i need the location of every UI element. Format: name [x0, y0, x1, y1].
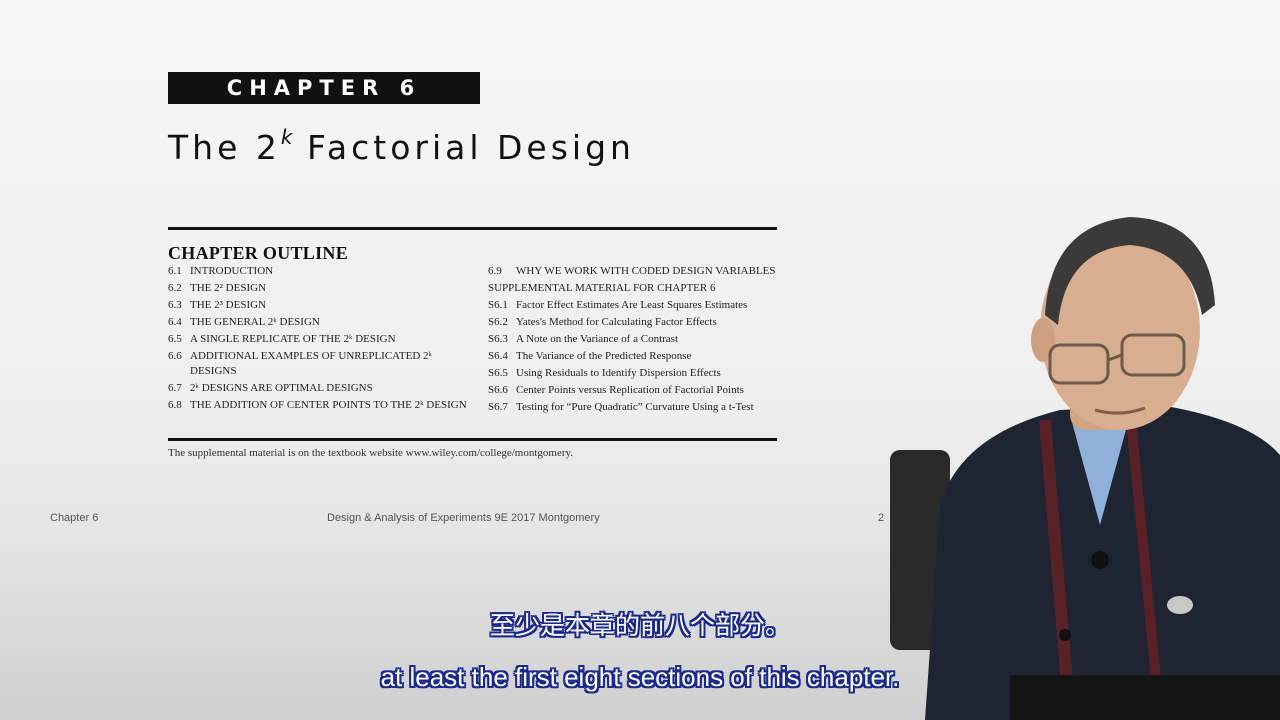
outline-item-number: 6.4: [168, 316, 182, 328]
outline-item-number: 6.1: [168, 265, 182, 277]
outline-item-number: 6.7: [168, 381, 182, 394]
outline-heading: CHAPTER OUTLINE: [168, 243, 349, 263]
outline-item-number: S6.5: [488, 366, 508, 379]
outline-item-text: ADDITIONAL EXAMPLES OF UNREPLICATED 2ᵏ D…: [190, 350, 432, 377]
divider-bottom: [168, 438, 777, 441]
outline-item-text: THE ADDITION OF CENTER POINTS TO THE 2ᵏ …: [190, 398, 467, 411]
outline-item: 6.8 THE ADDITION OF CENTER POINTS TO THE …: [168, 398, 468, 413]
outline-item-number: S6.6: [488, 383, 508, 396]
outline-item: 6.1 INTRODUCTION: [168, 264, 468, 279]
outline-item: 6.4 THE GENERAL 2ᵏ DESIGN: [168, 315, 468, 330]
outline-item: S6.4 The Variance of the Predicted Respon…: [488, 349, 778, 364]
outline-item-number: 6.2: [168, 282, 182, 294]
outline-item: S6.3 A Note on the Variance of a Contrast: [488, 332, 778, 347]
outline-item-text: WHY WE WORK WITH CODED DESIGN VARIABLES: [516, 265, 776, 277]
outline-item: S6.5 Using Residuals to Identify Dispersi…: [488, 366, 778, 381]
outline-item-number: 6.3: [168, 299, 182, 311]
outline-item-text: Testing for “Pure Quadratic” Curvature U…: [516, 400, 754, 413]
chapter-title: The 2k Factorial Design: [168, 125, 635, 167]
outline-item-text: THE GENERAL 2ᵏ DESIGN: [190, 316, 320, 328]
outline-item-text: Center Points versus Replication of Fact…: [516, 383, 744, 396]
presenter-video: [890, 217, 1280, 720]
outline-item: S6.6 Center Points versus Replication of …: [488, 383, 778, 398]
outline-item-number: S6.7: [488, 400, 508, 413]
outline-item-text: Yates's Method for Calculating Factor Ef…: [516, 315, 717, 328]
outline-item: 6.9 WHY WE WORK WITH CODED DESIGN VARIAB…: [488, 264, 778, 279]
footer-chapter: Chapter 6: [50, 512, 99, 524]
outline-item-number: 6.5: [168, 333, 182, 345]
outline-item-text: Using Residuals to Identify Dispersion E…: [516, 366, 721, 379]
divider-top: [168, 227, 777, 230]
title-rest: Factorial Design: [292, 128, 635, 167]
outline-item-text: INTRODUCTION: [190, 265, 274, 277]
outline-item-number: S6.4: [488, 349, 508, 362]
outline-item-text: A SINGLE REPLICATE OF THE 2ᵏ DESIGN: [190, 333, 396, 345]
outline-item-text: 2ᵏ DESIGNS ARE OPTIMAL DESIGNS: [190, 381, 373, 394]
outline-item: S6.7 Testing for “Pure Quadratic” Curvatu…: [488, 400, 778, 415]
outline-item-text: A Note on the Variance of a Contrast: [516, 332, 679, 345]
outline-item: S6.1 Factor Effect Estimates Are Least Sq…: [488, 298, 778, 313]
footnote: The supplemental material is on the text…: [168, 447, 574, 459]
outline-item: 6.3 THE 2³ DESIGN: [168, 298, 468, 313]
outline-item-text: The Variance of the Predicted Response: [516, 349, 692, 362]
subtitle-chinese: 至少是本章的前八个部分。: [489, 611, 790, 640]
outline-right-column: 6.9 WHY WE WORK WITH CODED DESIGN VARIAB…: [488, 264, 778, 417]
outline-item-number: S6.2: [488, 315, 508, 328]
outline-item: 6.5 A SINGLE REPLICATE OF THE 2ᵏ DESIGN: [168, 332, 468, 347]
subtitle-english: at least the first eight sections of thi…: [380, 662, 900, 692]
supplemental-heading: SUPPLEMENTAL MATERIAL FOR CHAPTER 6: [488, 282, 716, 294]
outline-item: 6.7 2ᵏ DESIGNS ARE OPTIMAL DESIGNS: [168, 381, 468, 396]
chapter-label-bar: CHAPTER 6: [168, 72, 480, 104]
outline-item-number: 6.9: [488, 265, 502, 277]
outline-item-text: Factor Effect Estimates Are Least Square…: [516, 298, 748, 311]
outline-item-number: S6.1: [488, 298, 508, 311]
outline-item: S6.2 Yates's Method for Calculating Facto…: [488, 315, 778, 330]
title-superscript: k: [280, 125, 293, 149]
outline-item-number: S6.3: [488, 332, 508, 345]
outline-item-number: 6.6: [168, 350, 182, 362]
title-main: The 2: [168, 128, 281, 167]
outline-item: 6.6 ADDITIONAL EXAMPLES OF UNREPLICATED 2…: [168, 349, 468, 378]
outline-item-number: 6.8: [168, 398, 182, 411]
outline-item-text: THE 2³ DESIGN: [190, 299, 267, 311]
outline-left-column: 6.1 INTRODUCTION 6.2 THE 2² DESIGN 6.3 THE 2³…: [168, 264, 468, 415]
outline-item-text: THE 2² DESIGN: [190, 282, 267, 294]
supplemental-list: S6.1 Factor Effect Estimates Are Least Sq…: [488, 298, 778, 415]
outline-item: 6.2 THE 2² DESIGN: [168, 281, 468, 296]
chapter-label: CHAPTER 6: [226, 76, 422, 100]
footer-book-title: Design & Analysis of Experiments 9E 2017…: [327, 512, 600, 524]
